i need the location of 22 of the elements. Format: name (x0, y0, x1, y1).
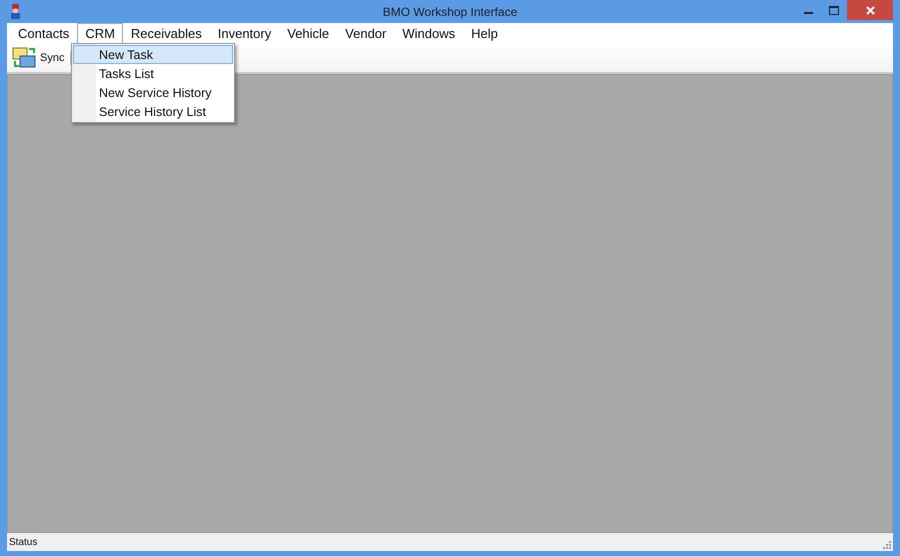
dropdown-item[interactable]: Tasks List (73, 64, 233, 83)
dropdown-item[interactable]: New Service History (73, 83, 233, 102)
menu-item[interactable]: Vehicle (279, 23, 338, 44)
dropdown-item[interactable]: New Task (73, 45, 233, 64)
menu-item[interactable]: Windows (394, 23, 464, 44)
menu-item[interactable]: Vendor (337, 23, 394, 44)
close-icon (866, 6, 874, 14)
sync-icon (12, 47, 38, 69)
menu-item[interactable]: Inventory (210, 23, 280, 44)
minimize-icon (804, 12, 812, 14)
close-button[interactable] (847, 0, 893, 20)
menu-item[interactable]: Contacts (10, 23, 78, 44)
menu-item[interactable]: CRM (77, 23, 123, 44)
dropdown-item[interactable]: Service History List (73, 102, 233, 121)
maximize-icon (829, 6, 839, 14)
app-icon (9, 4, 22, 19)
resize-grip-icon[interactable] (881, 539, 891, 549)
menu-item[interactable]: Help (463, 23, 506, 44)
menu-item[interactable]: Receivables (122, 23, 210, 44)
sync-button[interactable]: Sync (12, 47, 64, 69)
window-title: BMO Workshop Interface (382, 4, 518, 18)
status-text: Status (9, 536, 38, 548)
